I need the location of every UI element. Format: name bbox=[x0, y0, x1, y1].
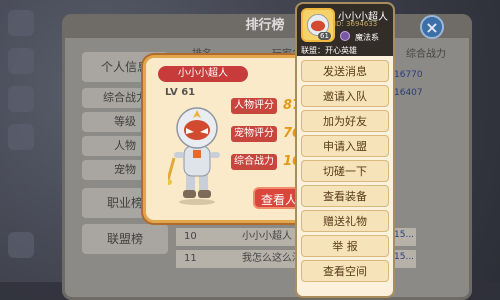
bag-icon bbox=[8, 86, 34, 112]
chat-icon bbox=[8, 232, 34, 258]
menu-item-view-equipment[interactable]: 查看装备 bbox=[301, 185, 389, 207]
menu-item-report[interactable]: 举 报 bbox=[301, 235, 389, 257]
row-rank: 11 bbox=[184, 253, 197, 264]
menu-player-id: ID: 3694633 bbox=[334, 20, 378, 28]
menu-player-level: 61 bbox=[318, 32, 331, 40]
menu-item-add-friend[interactable]: 加为好友 bbox=[301, 110, 389, 132]
row-rank: 10 bbox=[184, 231, 197, 242]
menu-item-send-message[interactable]: 发送消息 bbox=[301, 60, 389, 82]
power-value: 15... bbox=[394, 252, 415, 262]
category-union-ranking[interactable]: 联盟榜 bbox=[82, 224, 168, 254]
stat-label-character: 人物评分 bbox=[231, 98, 277, 114]
menu-item-invite-team[interactable]: 邀请入队 bbox=[301, 85, 389, 107]
skill-icon bbox=[8, 124, 34, 150]
card-level: LV 61 bbox=[165, 87, 196, 98]
menu-item-apply-union[interactable]: 申请入盟 bbox=[301, 135, 389, 157]
menu-item-view-space[interactable]: 查看空间 bbox=[301, 260, 389, 282]
power-value: 15... bbox=[394, 230, 415, 240]
menu-icon bbox=[8, 10, 34, 36]
power-value: 16407 bbox=[394, 88, 423, 98]
column-power: 综合战力 bbox=[406, 49, 446, 60]
menu-player-union: 联盟：开心英雄 bbox=[301, 46, 357, 55]
menu-item-duel[interactable]: 切磋一下 bbox=[301, 160, 389, 182]
stat-label-power: 综合战力 bbox=[231, 154, 277, 170]
school-icon bbox=[340, 31, 350, 41]
row-name: 小小小超人 bbox=[242, 231, 292, 242]
card-player-name: 小小小超人 bbox=[158, 66, 248, 82]
power-value: 16770 bbox=[394, 70, 423, 80]
menu-item-send-gift[interactable]: 赠送礼物 bbox=[301, 210, 389, 232]
close-button[interactable]: × bbox=[420, 15, 444, 39]
character-avatar-icon bbox=[168, 107, 220, 205]
menu-player-school: 魔法系 bbox=[355, 33, 379, 42]
stat-label-pet: 宠物评分 bbox=[231, 126, 277, 142]
ranking-title: 排行榜 bbox=[245, 18, 285, 33]
quest-icon bbox=[8, 48, 34, 74]
